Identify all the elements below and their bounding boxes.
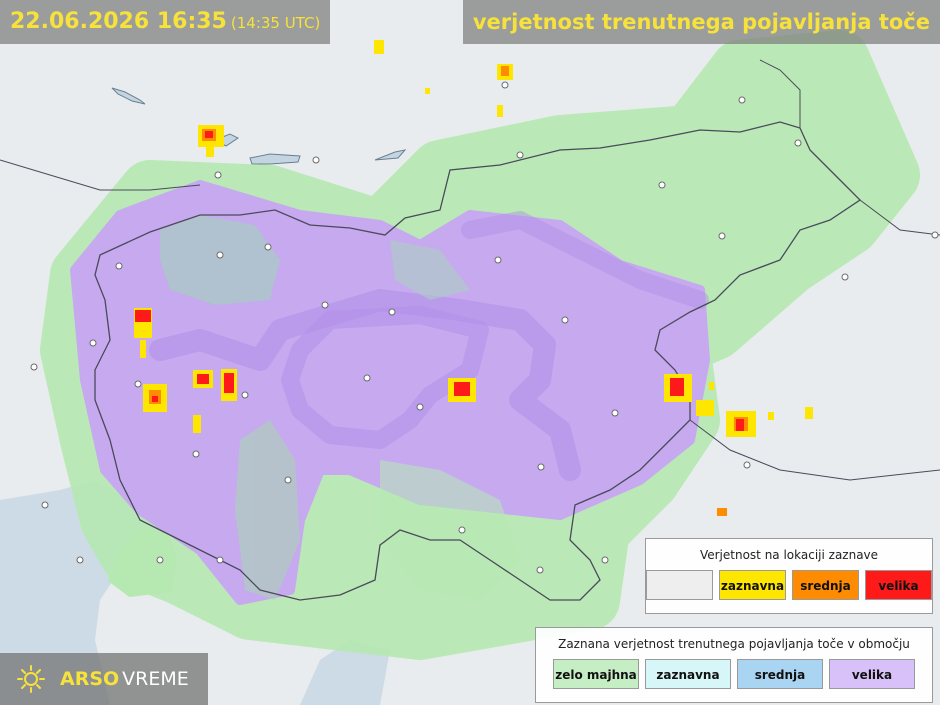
arso-sun-icon [17, 665, 45, 693]
hail-cell [696, 400, 714, 416]
legend-area-zelo-majhna: zelo majhna [553, 659, 639, 689]
hail-cell [143, 384, 167, 412]
hail-cell [664, 374, 692, 402]
datetime-banner: 22.06.2026 16:35 (14:35 UTC) [0, 0, 331, 44]
legend-location-velika: velika [865, 570, 932, 600]
hail-cell [709, 382, 714, 390]
brand-arso: ARSO [60, 668, 120, 690]
legend-location-title: Verjetnost na lokaciji zaznave [699, 548, 879, 562]
arso-vreme-logo[interactable]: ARSO VREME [0, 653, 208, 705]
legend-location-zaznavna: zaznavna [719, 570, 786, 600]
hail-cell [805, 407, 813, 419]
hail-cell [193, 370, 213, 388]
legend-area-zaznavna: zaznavna [645, 659, 731, 689]
hail-cell [425, 88, 430, 94]
brand-vreme: VREME [122, 668, 189, 690]
legend-location-srednja: srednja [792, 570, 859, 600]
hail-cell [726, 411, 756, 437]
hail-cell [768, 412, 774, 420]
hail-cell [717, 508, 727, 516]
legend-area-title: Zaznana verjetnost trenutnega pojavljanj… [558, 637, 910, 651]
hail-cell [497, 105, 503, 117]
map-title: verjetnost trenutnega pojavljanja toče [462, 0, 940, 44]
hail-cell [374, 40, 384, 54]
hail-cell [193, 415, 201, 433]
legend-location-probability: Verjetnost na lokaciji zaznave zaznavna … [645, 538, 933, 614]
legend-area-probability: Zaznana verjetnost trenutnega pojavljanj… [535, 627, 933, 703]
legend-area-velika: velika [829, 659, 915, 689]
datetime-text: 22.06.2026 16:35 [10, 9, 227, 34]
legend-location-none [646, 570, 713, 600]
hail-cell [221, 369, 237, 401]
legend-area-srednja: srednja [737, 659, 823, 689]
hail-cell [497, 64, 513, 80]
utc-time: (14:35 UTC) [230, 14, 321, 32]
hail-cell [448, 378, 476, 402]
